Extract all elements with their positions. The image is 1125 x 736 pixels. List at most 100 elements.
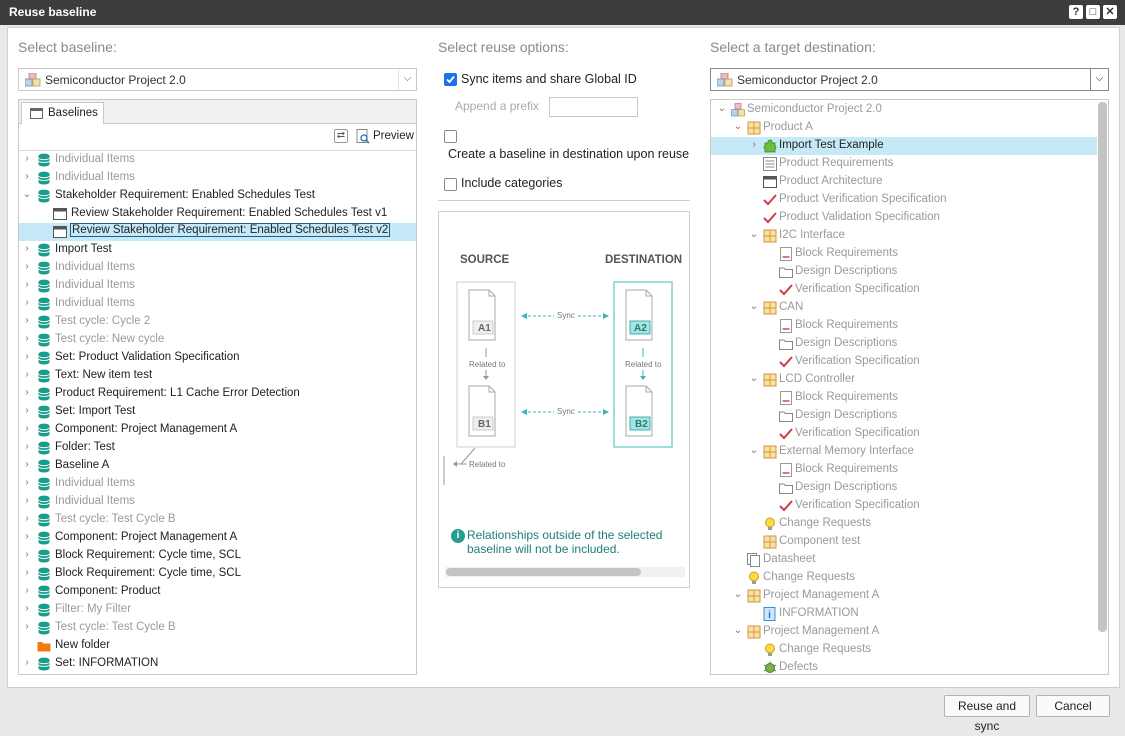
baseline-tree-row[interactable]: › Individual Items (19, 169, 416, 187)
chevron-right-icon[interactable]: › (22, 279, 32, 291)
baseline-tree-row[interactable]: Review Stakeholder Requirement: Enabled … (19, 223, 416, 241)
target-tree-row[interactable]: Change Requests (711, 515, 1097, 533)
target-tree-row[interactable]: Verification Specification (711, 353, 1097, 371)
target-tree-row[interactable]: i INFORMATION (711, 605, 1097, 623)
baseline-tree-row[interactable]: › Component: Product (19, 583, 416, 601)
target-tree-row[interactable]: Product Requirements (711, 155, 1097, 173)
baseline-tree-row[interactable]: › Product Requirement: L1 Cache Error Det… (19, 385, 416, 403)
baseline-project-select[interactable]: Semiconductor Project 2.0 ⌵ (18, 68, 417, 91)
target-tree-row[interactable]: Block Requirements (711, 389, 1097, 407)
baseline-tree-row[interactable]: › Individual Items (19, 493, 416, 511)
chevron-right-icon[interactable]: › (22, 513, 32, 525)
chevron-right-icon[interactable]: › (22, 171, 32, 183)
preview-icon[interactable] (356, 129, 370, 144)
target-tree-row[interactable]: ⌄ Product A (711, 119, 1097, 137)
baseline-tree-row[interactable]: › Test cycle: Test Cycle B (19, 511, 416, 529)
include-categories-checkbox[interactable] (444, 178, 457, 191)
sync-checkbox[interactable] (444, 73, 457, 86)
target-tree-row[interactable]: ⌄ Project Management A (711, 587, 1097, 605)
target-tree-row[interactable]: Design Descriptions (711, 407, 1097, 425)
baseline-tree-row[interactable]: › Block Requirement: Cycle time, SCL (19, 565, 416, 583)
chevron-right-icon[interactable]: › (22, 621, 32, 633)
baseline-tree-row[interactable]: › Individual Items (19, 277, 416, 295)
target-tree-row[interactable]: Change Requests (711, 641, 1097, 659)
maximize-button[interactable]: □ (1086, 5, 1100, 19)
baseline-tree-row[interactable]: › Folder: Test (19, 439, 416, 457)
target-tree-row[interactable]: ⌄ External Memory Interface (711, 443, 1097, 461)
chevron-right-icon[interactable]: › (22, 423, 32, 435)
chevron-right-icon[interactable]: › (22, 603, 32, 615)
prefix-input[interactable] (549, 97, 638, 117)
chevron-right-icon[interactable]: › (22, 369, 32, 381)
chevron-down-icon[interactable]: ⌄ (733, 625, 743, 637)
target-project-select[interactable]: Semiconductor Project 2.0 ⌵ (710, 68, 1109, 91)
baseline-tree-row[interactable]: › Component: Project Management A (19, 421, 416, 439)
target-tree-row[interactable]: Product Architecture (711, 173, 1097, 191)
chevron-right-icon[interactable]: › (22, 459, 32, 471)
chevron-right-icon[interactable]: › (22, 153, 32, 165)
baseline-tree-row[interactable]: ⌄ Stakeholder Requirement: Enabled Schedu… (19, 187, 416, 205)
target-tree-row[interactable]: Design Descriptions (711, 479, 1097, 497)
chevron-down-icon[interactable]: ⌄ (733, 121, 743, 133)
target-tree-row[interactable]: › Import Test Example (711, 137, 1097, 155)
create-baseline-checkbox[interactable] (444, 130, 457, 143)
scrollbar-thumb[interactable] (446, 568, 641, 576)
baseline-tree-row[interactable]: › Text: New item test (19, 367, 416, 385)
chevron-right-icon[interactable]: › (22, 657, 32, 669)
baseline-tree-row[interactable]: New folder (19, 637, 416, 655)
target-tree-row[interactable]: ⌄ Project Management A (711, 623, 1097, 641)
target-tree-row[interactable]: Component test (711, 533, 1097, 551)
target-tree-row[interactable]: ⌄ CAN (711, 299, 1097, 317)
chevron-down-icon[interactable]: ⌄ (749, 229, 759, 241)
chevron-right-icon[interactable]: › (22, 567, 32, 579)
baseline-tree-row[interactable]: › Test cycle: Test Cycle B (19, 619, 416, 637)
horizontal-scrollbar[interactable] (445, 567, 685, 577)
chevron-down-icon[interactable]: ⌄ (749, 373, 759, 385)
target-tree-row[interactable]: Datasheet (711, 551, 1097, 569)
tab-baselines[interactable]: Baselines (21, 102, 104, 124)
target-tree-row[interactable]: ⌄ I2C Interface (711, 227, 1097, 245)
chevron-down-icon[interactable]: ⌄ (749, 301, 759, 313)
baseline-tree-row[interactable]: › Individual Items (19, 151, 416, 169)
target-tree-row[interactable]: Design Descriptions (711, 335, 1097, 353)
baseline-tree-row[interactable]: › Block Requirement: Cycle time, SCL (19, 547, 416, 565)
baseline-tree-row[interactable]: › Set: Import Test (19, 403, 416, 421)
chevron-down-icon[interactable]: ⌄ (717, 103, 727, 115)
chevron-right-icon[interactable]: › (22, 315, 32, 327)
chevron-right-icon[interactable]: › (22, 585, 32, 597)
target-tree-row[interactable]: Product Validation Specification (711, 209, 1097, 227)
preview-button[interactable]: Preview (373, 130, 414, 142)
target-tree-row[interactable]: Defects (711, 659, 1097, 674)
target-tree-row[interactable]: Product Verification Specification (711, 191, 1097, 209)
chevron-right-icon[interactable]: › (22, 495, 32, 507)
chevron-right-icon[interactable]: › (22, 243, 32, 255)
target-tree-row[interactable]: Block Requirements (711, 461, 1097, 479)
chevron-down-icon[interactable]: ⌄ (733, 589, 743, 601)
reuse-and-sync-button[interactable]: Reuse and sync (944, 695, 1030, 733)
vertical-scrollbar-thumb[interactable] (1098, 102, 1107, 632)
chevron-down-icon[interactable]: ⌵ (398, 69, 416, 90)
chevron-right-icon[interactable]: › (22, 441, 32, 453)
baseline-tree-row[interactable]: › Filter: My Filter (19, 601, 416, 619)
baseline-tree-row[interactable]: Review Stakeholder Requirement: Enabled … (19, 205, 416, 223)
cancel-button[interactable]: Cancel (1036, 695, 1110, 717)
chevron-right-icon[interactable]: › (22, 405, 32, 417)
chevron-down-icon[interactable]: ⌄ (749, 445, 759, 457)
baseline-tree-row[interactable]: › Set: INFORMATION (19, 655, 416, 673)
baseline-tree-row[interactable]: › Set: Product Validation Specification (19, 349, 416, 367)
close-button[interactable]: ✕ (1103, 5, 1117, 19)
chevron-right-icon[interactable]: › (22, 261, 32, 273)
chevron-right-icon[interactable]: › (22, 351, 32, 363)
chevron-right-icon[interactable]: › (22, 333, 32, 345)
target-tree-row[interactable]: Verification Specification (711, 281, 1097, 299)
chevron-right-icon[interactable]: › (22, 297, 32, 309)
baseline-tree-row[interactable]: › Test cycle: Cycle 2 (19, 313, 416, 331)
target-tree-row[interactable]: ⌄ LCD Controller (711, 371, 1097, 389)
baseline-tree-row[interactable]: › Component: Project Management A (19, 529, 416, 547)
help-button[interactable]: ? (1069, 5, 1083, 19)
target-tree-row[interactable]: Block Requirements (711, 317, 1097, 335)
target-tree-row[interactable]: Verification Specification (711, 425, 1097, 443)
baseline-tree-row[interactable]: › Baseline A (19, 457, 416, 475)
chevron-right-icon[interactable]: › (22, 477, 32, 489)
target-tree-row[interactable]: Verification Specification (711, 497, 1097, 515)
